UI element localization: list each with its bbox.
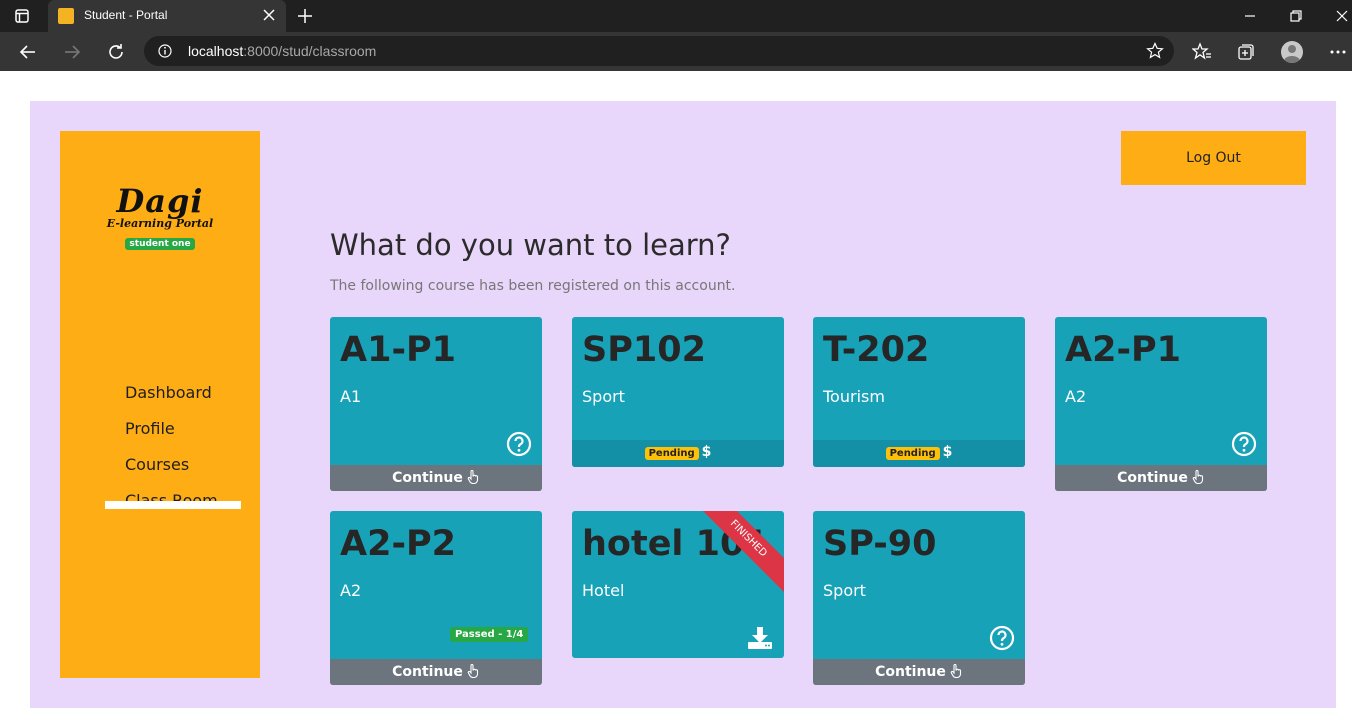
new-tab-icon[interactable] — [296, 7, 314, 25]
course-name: A2 — [340, 581, 362, 600]
add-favorite-icon[interactable] — [1146, 42, 1164, 60]
dollar-icon[interactable]: $ — [943, 444, 953, 460]
hand-pointer-icon — [467, 664, 478, 678]
address-bar[interactable]: localhost:8000/stud/classroom — [144, 36, 1174, 66]
course-name: Sport — [582, 387, 625, 406]
course-name: A2 — [1065, 387, 1087, 406]
course-code: SP-90 — [823, 524, 937, 564]
sidebar-item-dashboard[interactable]: Dashboard — [125, 383, 218, 419]
course-code: SP102 — [582, 330, 706, 370]
tab-title: Student - Portal — [84, 8, 168, 22]
course-card-hotel-101[interactable]: hotel 101 Hotel FINISHED — [572, 511, 784, 658]
continue-button[interactable]: Continue — [330, 465, 542, 491]
pending-badge: Pending — [644, 447, 699, 460]
favorites-icon[interactable] — [1192, 42, 1212, 62]
course-card-a2-p2[interactable]: A2-P2 A2 Passed - 1/4 Continue — [330, 511, 542, 685]
continue-label: Continue — [392, 470, 463, 486]
payment-status-bar: Pending $ — [572, 440, 784, 467]
page-subtitle: The following course has been registered… — [330, 278, 736, 294]
url-text: localhost:8000/stud/classroom — [188, 43, 377, 59]
sidebar-item-courses[interactable]: Courses — [125, 455, 218, 491]
course-card-sp102[interactable]: SP102 Sport Pending $ — [572, 317, 784, 467]
minimize-icon[interactable] — [1241, 7, 1259, 25]
logo-subtitle: E-learning Portal — [106, 217, 214, 230]
help-icon[interactable] — [1231, 431, 1257, 457]
more-options-icon[interactable] — [1328, 42, 1348, 62]
hand-pointer-icon — [1192, 470, 1203, 484]
help-icon[interactable] — [506, 431, 532, 457]
course-code: A1-P1 — [340, 330, 456, 370]
pending-badge: Pending — [885, 447, 940, 460]
user-badge: student one — [125, 238, 195, 250]
continue-button[interactable]: Continue — [330, 659, 542, 685]
refresh-icon[interactable] — [106, 42, 126, 62]
passed-badge: Passed - 1/4 — [450, 627, 529, 642]
help-icon[interactable] — [989, 625, 1015, 651]
back-icon[interactable] — [18, 42, 38, 62]
page-title: What do you want to learn? — [330, 228, 731, 262]
logo: Dagi E-learning Portal student one — [60, 181, 260, 250]
logout-button[interactable]: Log Out — [1121, 131, 1306, 185]
course-code: A2-P2 — [340, 524, 456, 564]
continue-label: Continue — [1117, 470, 1188, 486]
profile-avatar[interactable] — [1281, 41, 1303, 63]
close-tab-icon[interactable] — [262, 8, 276, 22]
course-code: T-202 — [823, 330, 930, 370]
course-card-a2-p1[interactable]: A2-P1 A2 Continue — [1055, 317, 1267, 491]
hand-pointer-icon — [950, 664, 961, 678]
browser-tab-bar: Student - Portal — [0, 0, 1352, 32]
course-name: Tourism — [823, 387, 885, 406]
course-card-t-202[interactable]: T-202 Tourism Pending $ — [813, 317, 1025, 467]
course-name: A1 — [340, 387, 362, 406]
browser-tab[interactable]: Student - Portal — [48, 0, 286, 32]
info-icon[interactable] — [158, 44, 172, 58]
close-window-icon[interactable] — [1333, 7, 1351, 25]
sidebar-nav: Dashboard Profile Courses Class Room — [105, 383, 241, 527]
favicon-icon — [58, 8, 74, 24]
collections-icon[interactable] — [1236, 42, 1256, 62]
continue-button[interactable]: Continue — [813, 659, 1025, 685]
person-icon — [1284, 45, 1300, 63]
continue-label: Continue — [875, 664, 946, 680]
browser-toolbar: localhost:8000/stud/classroom — [0, 32, 1352, 71]
course-name: Sport — [823, 581, 866, 600]
dollar-icon[interactable]: $ — [702, 444, 712, 460]
payment-status-bar: Pending $ — [813, 440, 1025, 467]
sidebar-item-class-room[interactable]: Class Room — [105, 491, 241, 527]
forward-icon[interactable] — [62, 42, 82, 62]
tab-actions-icon[interactable] — [15, 9, 29, 23]
course-code: A2-P1 — [1065, 330, 1181, 370]
course-card-sp-90[interactable]: SP-90 Sport Continue — [813, 511, 1025, 685]
sidebar: Dagi E-learning Portal student one Dashb… — [60, 131, 260, 678]
continue-button[interactable]: Continue — [1055, 465, 1267, 491]
continue-label: Continue — [392, 664, 463, 680]
download-certificate-icon[interactable] — [746, 625, 774, 651]
sidebar-item-profile[interactable]: Profile — [125, 419, 218, 455]
restore-icon[interactable] — [1287, 7, 1305, 25]
course-card-a1-p1[interactable]: A1-P1 A1 Continue — [330, 317, 542, 491]
hand-pointer-icon — [467, 470, 478, 484]
course-name: Hotel — [582, 581, 625, 600]
logo-text: Dagi — [116, 182, 204, 220]
page-content: Dagi E-learning Portal student one Dashb… — [30, 101, 1336, 708]
